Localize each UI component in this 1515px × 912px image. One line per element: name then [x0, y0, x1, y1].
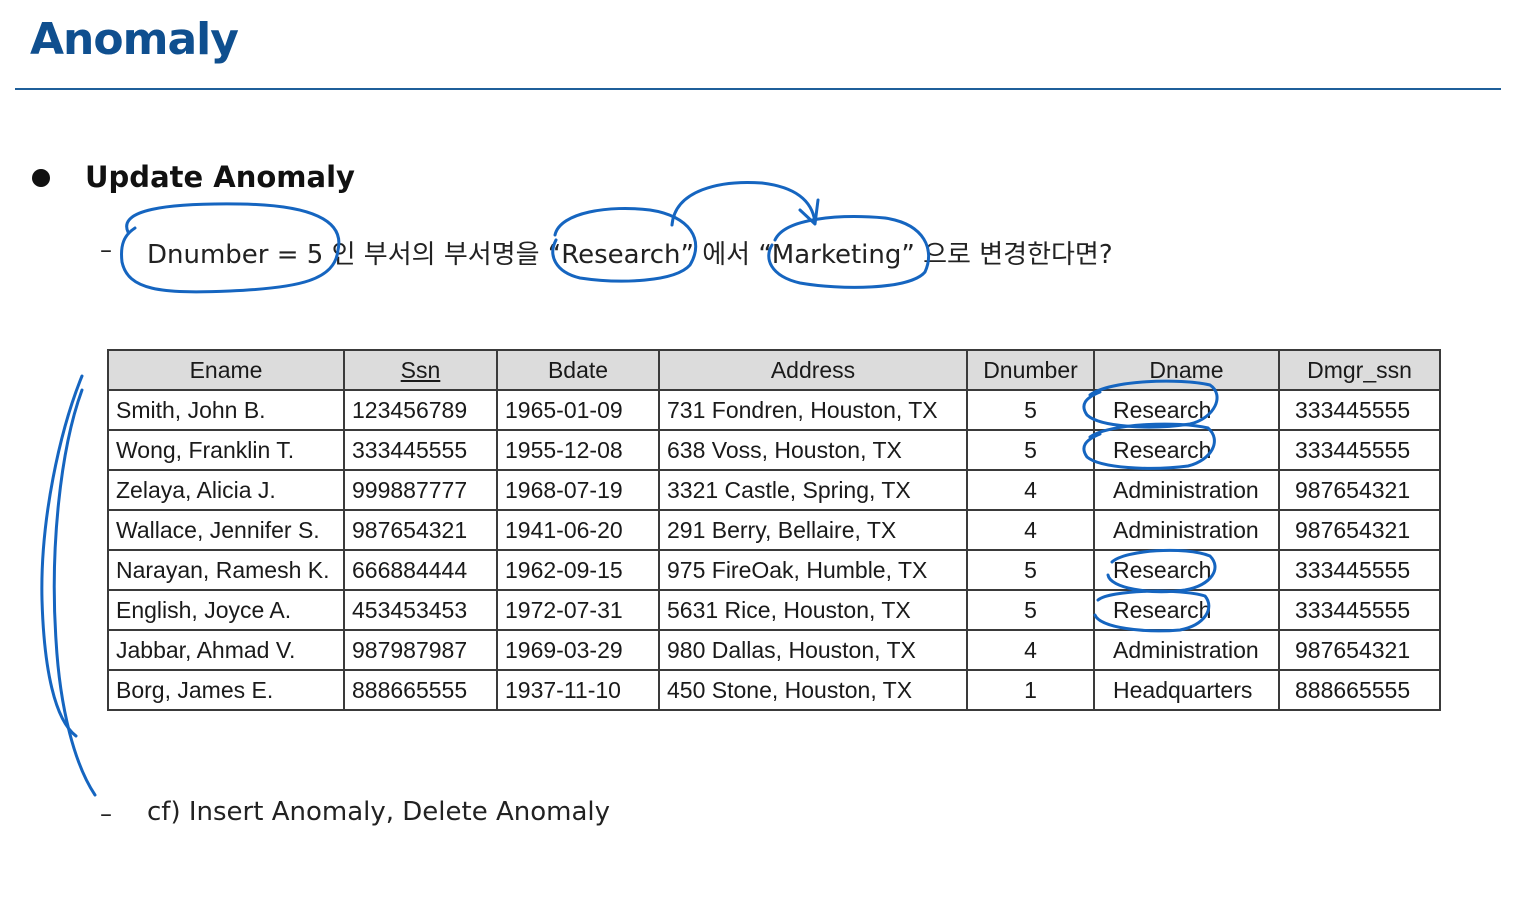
table-cell: Zelaya, Alicia J. — [107, 469, 345, 511]
table-cell: 1969-03-29 — [496, 629, 660, 671]
table-cell: 333445555 — [343, 429, 498, 471]
cf-note-text: cf) Insert Anomaly, Delete Anomaly — [147, 797, 610, 827]
table-cell: 1 — [966, 669, 1095, 711]
table-row: Narayan, Ramesh K. 666884444 1962-09-15 … — [107, 549, 1441, 591]
question-text: Dnumber = 5 인 부서의 부서명을 “Research” 에서 “Ma… — [147, 240, 1113, 270]
table-cell: 450 Stone, Houston, TX — [658, 669, 968, 711]
table-cell: 333445555 — [1278, 429, 1441, 471]
table-row: Zelaya, Alicia J. 999887777 1968-07-19 3… — [107, 469, 1441, 511]
table-cell: 5 — [966, 589, 1095, 631]
table-cell: 731 Fondren, Houston, TX — [658, 389, 968, 431]
table-cell: 3321 Castle, Spring, TX — [658, 469, 968, 511]
table-cell: 1955-12-08 — [496, 429, 660, 471]
bracket-annotation-left — [40, 374, 84, 738]
table-cell: 333445555 — [1278, 389, 1441, 431]
table-row: Borg, James E. 888665555 1937-11-10 450 … — [107, 669, 1441, 711]
table-cell: 333445555 — [1278, 589, 1441, 631]
table-cell: 987654321 — [1278, 469, 1441, 511]
table-cell: 1941-06-20 — [496, 509, 660, 551]
arrow-head-icon — [798, 198, 820, 226]
table-cell: 987654321 — [343, 509, 498, 551]
table-cell: Headquarters — [1093, 669, 1280, 711]
slide-title: Anomaly — [30, 14, 239, 65]
table-cell: Wong, Franklin T. — [107, 429, 345, 471]
table-cell: Administration — [1093, 469, 1280, 511]
table-cell: 1965-01-09 — [496, 389, 660, 431]
column-header: Ename — [107, 349, 345, 391]
table-cell: 888665555 — [343, 669, 498, 711]
table-cell: Jabbar, Ahmad V. — [107, 629, 345, 671]
column-header: Address — [658, 349, 968, 391]
table-cell: 1972-07-31 — [496, 589, 660, 631]
table-cell: Research — [1093, 589, 1280, 631]
table-row: English, Joyce A. 453453453 1972-07-31 5… — [107, 589, 1441, 631]
table-cell: 5631 Rice, Houston, TX — [658, 589, 968, 631]
table-cell: 453453453 — [343, 589, 498, 631]
table-cell: Research — [1093, 389, 1280, 431]
table-cell: Administration — [1093, 629, 1280, 671]
table-cell: Borg, James E. — [107, 669, 345, 711]
table-cell: 5 — [966, 549, 1095, 591]
table-cell: 5 — [966, 389, 1095, 431]
table-cell: 4 — [966, 469, 1095, 511]
table-cell: 980 Dallas, Houston, TX — [658, 629, 968, 671]
column-header: Dname — [1093, 349, 1280, 391]
dash-marker: – — [100, 236, 112, 264]
table-row: Smith, John B. 123456789 1965-01-09 731 … — [107, 389, 1441, 431]
column-header: Dmgr_ssn — [1278, 349, 1441, 391]
table-cell: 4 — [966, 509, 1095, 551]
bullet-dot-icon — [32, 169, 50, 187]
table-cell: 975 FireOak, Humble, TX — [658, 549, 968, 591]
table-cell: 987654321 — [1278, 629, 1441, 671]
table-cell: 987987987 — [343, 629, 498, 671]
column-header: Bdate — [496, 349, 660, 391]
dash-marker: – — [100, 800, 112, 828]
column-header-key: Ssn — [343, 349, 498, 391]
table-cell: 5 — [966, 429, 1095, 471]
table-cell: 333445555 — [1278, 549, 1441, 591]
employee-department-table: Ename Ssn Bdate Address Dnumber Dname Dm… — [107, 349, 1441, 711]
table-cell: Research — [1093, 549, 1280, 591]
table-row: Jabbar, Ahmad V. 987987987 1969-03-29 98… — [107, 629, 1441, 671]
table-cell: Administration — [1093, 509, 1280, 551]
arrow-annotation-curve — [670, 181, 817, 227]
table-cell: English, Joyce A. — [107, 589, 345, 631]
table-cell: Research — [1093, 429, 1280, 471]
table-cell: 888665555 — [1278, 669, 1441, 711]
table-row: Wallace, Jennifer S. 987654321 1941-06-2… — [107, 509, 1441, 551]
table-cell: 999887777 — [343, 469, 498, 511]
column-header: Dnumber — [966, 349, 1095, 391]
table-header-row: Ename Ssn Bdate Address Dnumber Dname Dm… — [107, 349, 1441, 391]
table-cell: 1962-09-15 — [496, 549, 660, 591]
table-cell: Smith, John B. — [107, 389, 345, 431]
title-divider — [15, 88, 1501, 90]
table-cell: Narayan, Ramesh K. — [107, 549, 345, 591]
table-cell: 291 Berry, Bellaire, TX — [658, 509, 968, 551]
table-cell: 4 — [966, 629, 1095, 671]
bracket-annotation-left-outer — [52, 388, 97, 797]
table-cell: 123456789 — [343, 389, 498, 431]
table-cell: 638 Voss, Houston, TX — [658, 429, 968, 471]
table-cell: Wallace, Jennifer S. — [107, 509, 345, 551]
table-cell: 1937-11-10 — [496, 669, 660, 711]
bullet-heading: Update Anomaly — [85, 160, 355, 194]
table-cell: 1968-07-19 — [496, 469, 660, 511]
table-cell: 666884444 — [343, 549, 498, 591]
table-cell: 987654321 — [1278, 509, 1441, 551]
table-row: Wong, Franklin T. 333445555 1955-12-08 6… — [107, 429, 1441, 471]
